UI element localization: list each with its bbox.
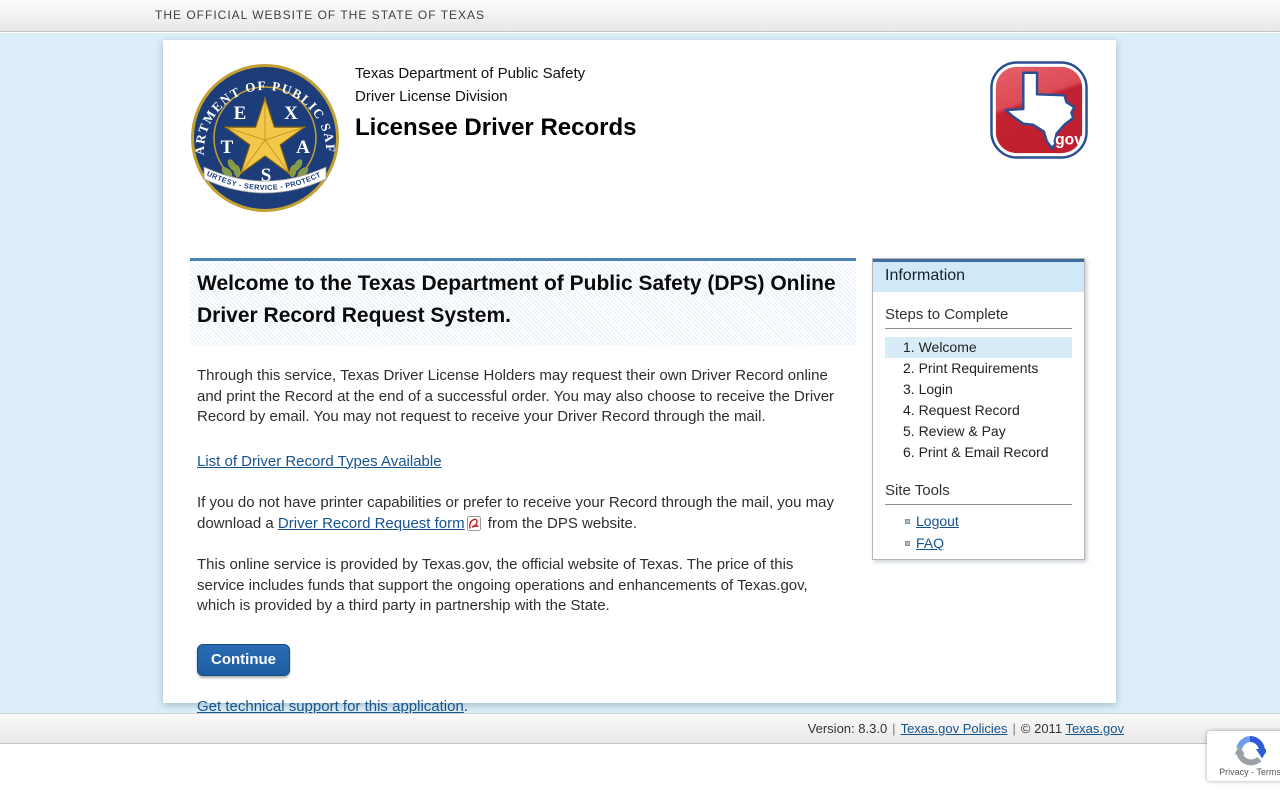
support-line-suffix: . bbox=[463, 697, 468, 715]
official-state-banner-text: THE OFFICIAL WEBSITE OF THE STATE OF TEX… bbox=[155, 8, 486, 22]
step-review-pay: 5. Review & Pay bbox=[903, 423, 1006, 439]
division-name: Driver License Division bbox=[355, 88, 508, 105]
faq-link[interactable]: FAQ bbox=[916, 535, 944, 551]
site-tools-heading: Site Tools bbox=[885, 482, 1072, 505]
logout-link[interactable]: Logout bbox=[916, 513, 959, 529]
information-panel: Information Steps to Complete 1. Welcome… bbox=[872, 258, 1085, 560]
step-welcome: 1. Welcome bbox=[885, 337, 1072, 358]
mail-option-text-after: from the DPS website. bbox=[483, 514, 638, 532]
information-panel-title: Information bbox=[873, 259, 1084, 292]
steps-section: Steps to Complete 1. Welcome 2. Print Re… bbox=[885, 306, 1072, 463]
square-bullet-icon bbox=[905, 541, 910, 546]
dps-seal-logo: DEPARTMENT OF PUBLIC SAFETY E X T A S bbox=[190, 63, 339, 212]
seal-letter-e: E bbox=[234, 103, 247, 124]
recaptcha-icon bbox=[1234, 735, 1266, 766]
recaptcha-privacy-terms[interactable]: Privacy - Terms bbox=[1207, 767, 1280, 777]
texas-gov-label: .gov bbox=[1051, 131, 1084, 148]
step-print-requirements: 2. Print Requirements bbox=[903, 360, 1039, 376]
step-login: 3. Login bbox=[903, 381, 953, 397]
footer: Version: 8.3.0 | Texas.gov Policies | © 2011… bbox=[0, 713, 1280, 744]
site-tools-list: Logout FAQ bbox=[885, 514, 1072, 551]
site-tools-section: Site Tools Logout FAQ bbox=[885, 482, 1072, 551]
copyright-text: © 2011 bbox=[1020, 721, 1063, 736]
square-bullet-icon bbox=[905, 519, 910, 524]
seal-letter-t: T bbox=[221, 137, 234, 158]
site-tools-item: Logout bbox=[905, 513, 1072, 529]
welcome-content: Welcome to the Texas Department of Publi… bbox=[190, 258, 856, 717]
official-state-banner: THE OFFICIAL WEBSITE OF THE STATE OF TEX… bbox=[0, 0, 1280, 32]
mail-option-paragraph: If you do not have printer capabilities … bbox=[197, 493, 845, 534]
version-label: Version: 8.3.0 bbox=[807, 721, 888, 736]
pdf-icon bbox=[466, 515, 481, 531]
step-print-email-record: 6. Print & Email Record bbox=[903, 444, 1049, 460]
welcome-heading: Welcome to the Texas Department of Publi… bbox=[190, 258, 856, 345]
page-title: Licensee Driver Records bbox=[355, 114, 637, 141]
continue-button[interactable]: Continue bbox=[197, 643, 290, 676]
texas-gov-footer-link[interactable]: Texas.gov bbox=[1065, 721, 1124, 736]
technical-support-link[interactable]: Get technical support for this applicati… bbox=[197, 698, 464, 715]
recaptcha-badge[interactable]: Privacy - Terms bbox=[1207, 731, 1280, 781]
masthead: Texas Department of Public Safety Driver… bbox=[355, 62, 636, 143]
driver-record-request-form-link[interactable]: Driver Record Request form bbox=[278, 515, 465, 532]
step-request-record: 4. Request Record bbox=[903, 402, 1020, 418]
steps-list: 1. Welcome 2. Print Requirements 3. Logi… bbox=[885, 337, 1072, 463]
agency-name: Texas Department of Public Safety bbox=[355, 65, 586, 82]
footer-separator: | bbox=[1012, 721, 1016, 736]
main-content-card: DEPARTMENT OF PUBLIC SAFETY E X T A S bbox=[163, 40, 1116, 715]
site-tools-item: FAQ bbox=[905, 535, 1072, 551]
seal-letter-x: X bbox=[284, 103, 298, 124]
record-types-link[interactable]: List of Driver Record Types Available bbox=[197, 453, 442, 470]
texas-gov-logo[interactable]: .gov bbox=[990, 61, 1088, 159]
seal-letter-a: A bbox=[296, 137, 310, 158]
policies-link[interactable]: Texas.gov Policies bbox=[901, 721, 1008, 736]
footer-separator: | bbox=[892, 721, 896, 736]
steps-heading: Steps to Complete bbox=[885, 306, 1072, 329]
intro-paragraph: Through this service, Texas Driver Licen… bbox=[197, 367, 835, 425]
service-notice-paragraph: This online service is provided by Texas… bbox=[197, 556, 808, 614]
